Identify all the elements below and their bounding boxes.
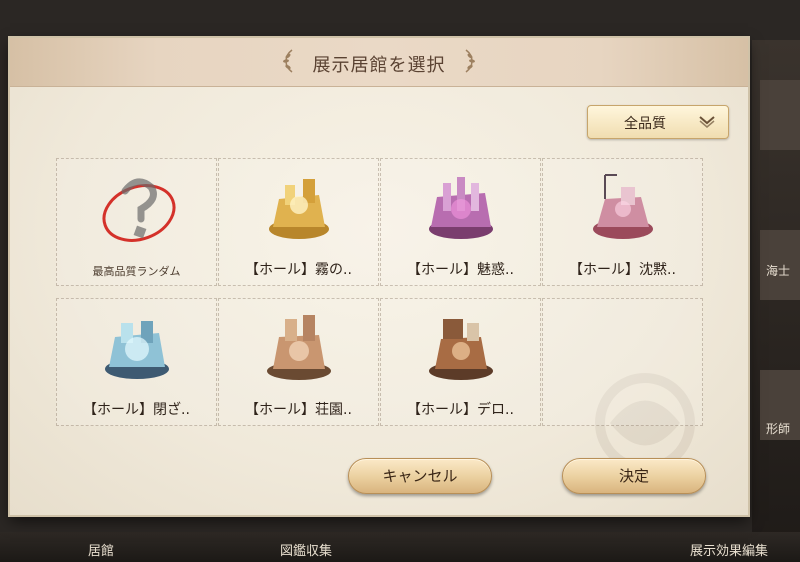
- quality-filter-value: 全品質: [624, 116, 666, 132]
- background-side-label: 海士: [766, 264, 791, 278]
- quality-filter-dropdown[interactable]: 全品質: [587, 105, 729, 139]
- background-bottom-bar: 居館 図鑑収集 展示効果編集: [0, 532, 800, 562]
- hall-item-label: 【ホール】沈黙..: [569, 262, 676, 278]
- hall-item-label: 【ホール】魅惑..: [407, 262, 514, 278]
- manor-hall-icon: [267, 315, 331, 380]
- cancel-button[interactable]: キャンセル: [348, 458, 492, 494]
- hall-item[interactable]: 【ホール】デロ..: [380, 298, 541, 426]
- hall-item[interactable]: 【ホール】霧の..: [218, 158, 379, 286]
- purple-hall-icon: [429, 177, 493, 239]
- hall-grid: 最高品質ランダム 【ホール】霧の.. 【ホール】魅惑.. 【ホール】沈黙.. 【…: [56, 158, 704, 428]
- dialog-title: 展示居館を選択: [312, 55, 446, 76]
- question-mark-icon: [102, 178, 176, 242]
- background-side-panel: 海士 形師: [752, 40, 800, 540]
- bottom-tab-display-effect[interactable]: 展示効果編集: [690, 540, 768, 559]
- golden-hall-icon: [269, 179, 329, 239]
- hall-item[interactable]: 【ホール】荘園..: [218, 298, 379, 426]
- hall-item-label: 【ホール】霧の..: [245, 262, 352, 278]
- select-hall-dialog: 展示居館を選択 全品質 最高品質ランダム 【ホール】霧の.. 【ホール】魅惑..…: [10, 38, 748, 515]
- background-side-label: 形師: [766, 422, 791, 436]
- laurel-right-icon: [465, 49, 475, 73]
- confirm-button[interactable]: 決定: [562, 458, 706, 494]
- dialog-header: 展示居館を選択: [10, 38, 748, 87]
- hall-item-label: 【ホール】デロ..: [407, 402, 514, 418]
- blue-hall-icon: [105, 321, 169, 379]
- brown-hall-icon: [429, 319, 493, 380]
- pink-hall-icon: [593, 174, 653, 239]
- bottom-tab-collection[interactable]: 図鑑収集: [280, 540, 332, 559]
- hall-item[interactable]: 【ホール】閉ざ..: [56, 298, 217, 426]
- hall-item-label: 最高品質ランダム: [92, 265, 181, 278]
- hall-item[interactable]: 【ホール】沈黙..: [542, 158, 703, 286]
- bottom-tab-residence[interactable]: 居館: [88, 540, 114, 559]
- hall-item-label: 【ホール】閉ざ..: [83, 402, 190, 418]
- hall-item-random[interactable]: 最高品質ランダム: [56, 158, 217, 286]
- hall-item[interactable]: 【ホール】魅惑..: [380, 158, 541, 286]
- chevron-down-icon: [699, 116, 715, 128]
- hall-item-label: 【ホール】荘園..: [245, 402, 352, 418]
- hall-item-empty: [542, 298, 703, 426]
